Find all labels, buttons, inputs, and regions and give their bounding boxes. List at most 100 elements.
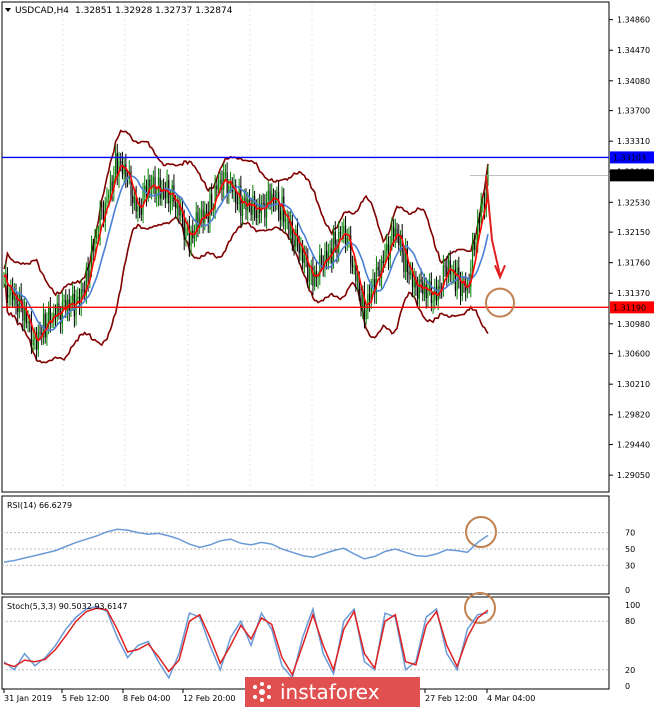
candle-body bbox=[274, 200, 276, 204]
panel-tick-label: 70 bbox=[625, 529, 635, 538]
candle-body bbox=[58, 303, 60, 314]
price-tick-label: 1.33700 bbox=[617, 107, 650, 116]
price-tick-label: 1.29440 bbox=[617, 441, 650, 450]
price-tick-label: 1.31760 bbox=[617, 259, 650, 268]
bollinger-bands bbox=[3, 129, 489, 364]
panel-tick-label: 100 bbox=[625, 601, 640, 610]
price-tick-label: 1.30980 bbox=[617, 320, 650, 329]
candle-body bbox=[132, 196, 134, 204]
price-tick-label: 1.31370 bbox=[617, 289, 650, 298]
candle-body bbox=[439, 286, 441, 288]
candle-body bbox=[267, 190, 269, 200]
candle-body bbox=[140, 208, 142, 215]
candle-body bbox=[386, 244, 388, 251]
candle-body bbox=[482, 203, 484, 205]
candle-body bbox=[219, 179, 221, 184]
candle-body bbox=[423, 284, 426, 294]
candle-body bbox=[334, 231, 336, 245]
series-line bbox=[3, 605, 489, 680]
candle-body bbox=[427, 289, 429, 298]
candle-body bbox=[101, 210, 103, 212]
chart-ohlc: 1.32851 1.32928 1.32737 1.32874 bbox=[75, 6, 233, 16]
candle-body bbox=[257, 204, 259, 218]
stoch-title: Stoch(5,3,3) 90.5032 93.6147 bbox=[7, 602, 127, 611]
candle-body bbox=[185, 227, 187, 240]
candle-body bbox=[295, 229, 297, 247]
panel-tick-label: 20 bbox=[625, 666, 635, 675]
candle-body bbox=[425, 284, 427, 298]
candle-body bbox=[169, 201, 172, 204]
candle-body bbox=[262, 203, 264, 205]
candle-body bbox=[341, 232, 343, 234]
candle-body bbox=[417, 287, 419, 299]
candle-body bbox=[444, 265, 446, 267]
candle-body bbox=[398, 235, 400, 246]
time-tick-label: 27 Feb 12:00 bbox=[425, 694, 477, 703]
candle-body bbox=[356, 276, 359, 282]
candle-body bbox=[63, 300, 65, 302]
price-tick-label: 1.34080 bbox=[617, 77, 650, 86]
candle-body bbox=[6, 273, 9, 298]
candle-body bbox=[255, 210, 257, 218]
target-circle-icon bbox=[485, 287, 515, 318]
series-line bbox=[3, 607, 489, 677]
candle-body bbox=[308, 274, 311, 282]
candle-body bbox=[314, 271, 316, 286]
candle-body bbox=[351, 263, 354, 268]
candle-body bbox=[216, 185, 218, 190]
candle-body bbox=[410, 270, 412, 275]
candle-body bbox=[27, 321, 29, 324]
price-tick-label: 1.30210 bbox=[617, 380, 650, 389]
candle-body bbox=[205, 211, 208, 213]
candle-body bbox=[420, 279, 422, 283]
candle-body bbox=[236, 202, 239, 205]
candle-body bbox=[72, 293, 74, 303]
candle-body bbox=[121, 161, 124, 175]
candle-body bbox=[377, 267, 379, 271]
candle-body bbox=[461, 282, 463, 297]
candle-body bbox=[211, 194, 213, 210]
price-tick-label: 1.34470 bbox=[617, 46, 650, 55]
candle-body bbox=[18, 293, 21, 312]
candle-body bbox=[94, 238, 96, 251]
candle-body bbox=[393, 226, 395, 238]
candle-body bbox=[120, 161, 122, 163]
rsi-circle-icon bbox=[465, 516, 497, 548]
support-label: 1.31190 bbox=[613, 303, 646, 312]
candle-body bbox=[332, 231, 335, 263]
candle-body bbox=[413, 278, 415, 288]
candle-body bbox=[478, 219, 481, 223]
candle-body bbox=[293, 240, 295, 247]
candle-body bbox=[224, 172, 227, 174]
grid bbox=[62, 4, 438, 490]
candle-body bbox=[8, 294, 10, 298]
time-tick-label: 5 Feb 12:00 bbox=[62, 694, 109, 703]
candle-body bbox=[200, 209, 202, 218]
candle-body bbox=[368, 293, 371, 301]
candle-body bbox=[241, 204, 244, 217]
candle-body bbox=[82, 289, 84, 292]
dropdown-triangle-icon[interactable] bbox=[5, 8, 11, 12]
candle-body bbox=[320, 255, 323, 266]
candle-body bbox=[106, 198, 108, 203]
panel-tick-label: 80 bbox=[625, 617, 635, 626]
candles[interactable] bbox=[3, 143, 489, 361]
candle-body bbox=[391, 226, 393, 246]
candle-body bbox=[176, 203, 178, 209]
candle-body bbox=[109, 181, 112, 195]
candle-body bbox=[329, 248, 331, 254]
candle-body bbox=[286, 219, 288, 221]
panel-tick-label: 30 bbox=[625, 561, 635, 570]
candle-body bbox=[87, 267, 89, 282]
watermark: instaforex bbox=[245, 677, 420, 707]
candle-body bbox=[108, 194, 110, 199]
candle-body bbox=[353, 265, 355, 268]
rsi-panel: 70 50 30 0 bbox=[2, 528, 635, 595]
candle-body bbox=[260, 203, 263, 213]
candle-body bbox=[394, 229, 396, 238]
price-tick-label: 1.32150 bbox=[617, 228, 650, 237]
trading-chart[interactable]: 1.331031.311901.32874 1.348601.344701.34… bbox=[0, 0, 665, 708]
candle-body bbox=[48, 307, 50, 324]
candle-body bbox=[487, 175, 489, 181]
candle-body bbox=[209, 194, 211, 223]
